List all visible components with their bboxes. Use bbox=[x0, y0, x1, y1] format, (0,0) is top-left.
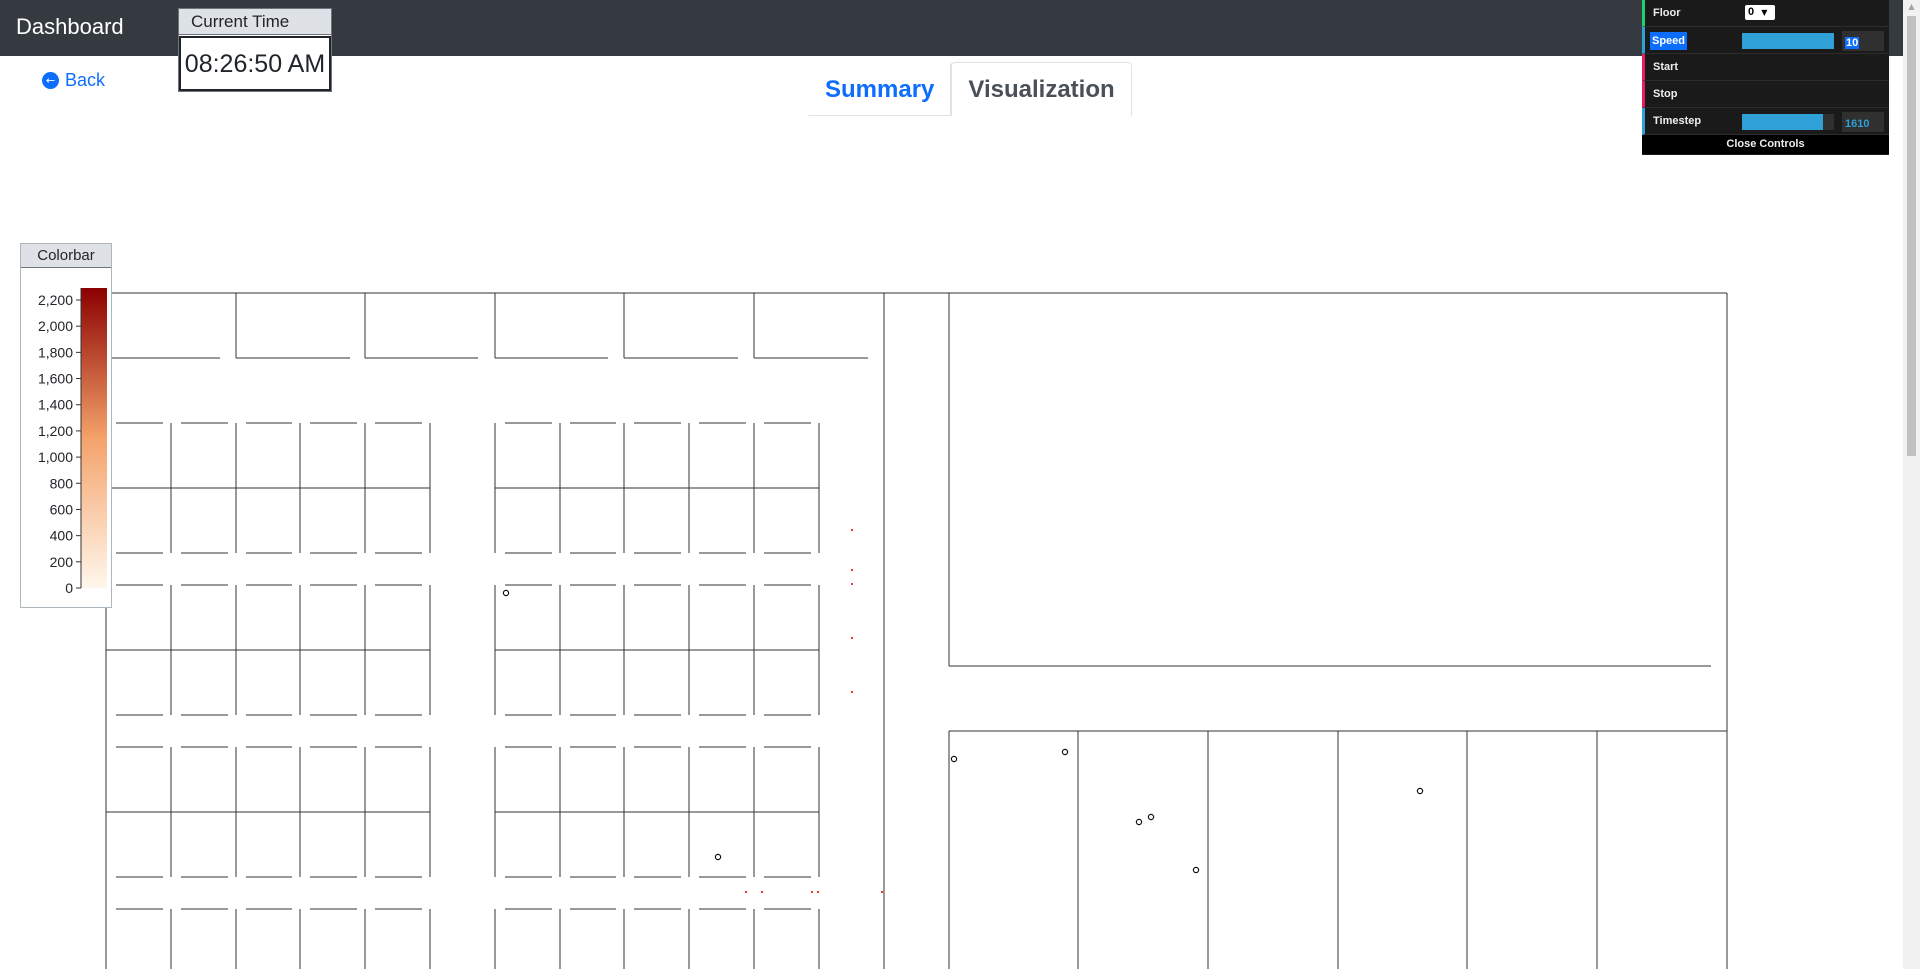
control-speed: Speed 10 bbox=[1642, 27, 1889, 54]
heat-marker bbox=[745, 891, 747, 893]
heat-marker bbox=[851, 691, 853, 693]
timestep-slider[interactable] bbox=[1742, 114, 1834, 130]
speed-slider-fill bbox=[1742, 33, 1834, 49]
agent-marker bbox=[1416, 787, 1424, 795]
heat-marker bbox=[817, 891, 819, 893]
control-floor-label: Floor bbox=[1653, 7, 1681, 19]
colorbar-scale: 2,200 2,000 1,800 1,600 1,400 1,200 1,000 800 60… bbox=[38, 288, 107, 596]
scroll-up-icon[interactable]: ▲ bbox=[1907, 2, 1916, 12]
agent-marker bbox=[502, 589, 510, 597]
speed-input[interactable]: 10 bbox=[1842, 31, 1884, 51]
floor-select-value: 0 bbox=[1748, 6, 1755, 18]
timestep-slider-fill bbox=[1742, 114, 1823, 130]
visualization-controls: Floor 0 ▼ Speed 10 Start Stop Timestep 1… bbox=[1642, 0, 1889, 155]
speed-input-value: 10 bbox=[1845, 37, 1860, 49]
start-button[interactable]: Start bbox=[1653, 61, 1678, 73]
colorbar-title: Colorbar bbox=[21, 244, 111, 268]
floorplan-canvas[interactable] bbox=[0, 0, 1900, 969]
colorbar-tick-label: 600 bbox=[50, 501, 74, 517]
colorbar-panel: Colorbar 2,200 2,000 1,800 1,600 1,400 1,200 1… bbox=[20, 243, 112, 608]
close-controls-button[interactable]: Close Controls bbox=[1642, 135, 1889, 154]
colorbar-tick-label: 1,800 bbox=[38, 344, 73, 360]
heat-marker bbox=[761, 891, 763, 893]
heat-marker bbox=[851, 583, 853, 585]
stop-button[interactable]: Stop bbox=[1653, 88, 1677, 100]
colorbar-tick-label: 400 bbox=[50, 528, 74, 544]
agent-marker bbox=[1192, 866, 1200, 874]
page-scrollbar[interactable]: ▲ bbox=[1903, 0, 1920, 969]
colorbar-tick-label: 1,000 bbox=[38, 449, 73, 465]
colorbar-tick-label: 200 bbox=[50, 554, 74, 570]
colorbar-tick-label: 800 bbox=[50, 475, 74, 491]
colorbar-tick-label: 1,200 bbox=[38, 423, 73, 439]
heat-marker bbox=[851, 569, 853, 571]
control-floor: Floor 0 ▼ bbox=[1642, 0, 1889, 27]
agent-marker bbox=[1147, 813, 1155, 821]
timestep-input[interactable]: 1610 bbox=[1842, 112, 1884, 132]
colorbar-tick-label: 1,400 bbox=[38, 397, 73, 413]
heat-marker bbox=[851, 637, 853, 639]
agent-marker bbox=[714, 853, 722, 861]
heat-marker bbox=[851, 529, 853, 531]
agent-marker bbox=[1061, 748, 1069, 756]
colorbar-tick-label: 2,200 bbox=[38, 292, 73, 308]
colorbar-gradient bbox=[81, 288, 107, 588]
control-speed-label: Speed bbox=[1650, 32, 1688, 50]
agent-marker bbox=[950, 755, 958, 763]
agent-marker bbox=[1135, 818, 1143, 826]
control-timestep: Timestep 1610 bbox=[1642, 108, 1889, 135]
colorbar-tick-label: 0 bbox=[65, 580, 73, 596]
timestep-input-value: 1610 bbox=[1845, 118, 1870, 130]
colorbar-tick-label: 1,600 bbox=[38, 371, 73, 387]
chevron-down-icon: ▼ bbox=[1761, 8, 1768, 17]
control-timestep-label: Timestep bbox=[1653, 115, 1702, 127]
speed-slider[interactable] bbox=[1742, 33, 1834, 49]
floor-select[interactable]: 0 ▼ bbox=[1745, 5, 1775, 20]
scrollbar-thumb[interactable] bbox=[1907, 16, 1916, 456]
heat-marker bbox=[881, 891, 883, 893]
control-start[interactable]: Start bbox=[1642, 54, 1889, 81]
colorbar-tick-label: 2,000 bbox=[38, 318, 73, 334]
heat-marker bbox=[811, 891, 813, 893]
control-stop[interactable]: Stop bbox=[1642, 81, 1889, 108]
